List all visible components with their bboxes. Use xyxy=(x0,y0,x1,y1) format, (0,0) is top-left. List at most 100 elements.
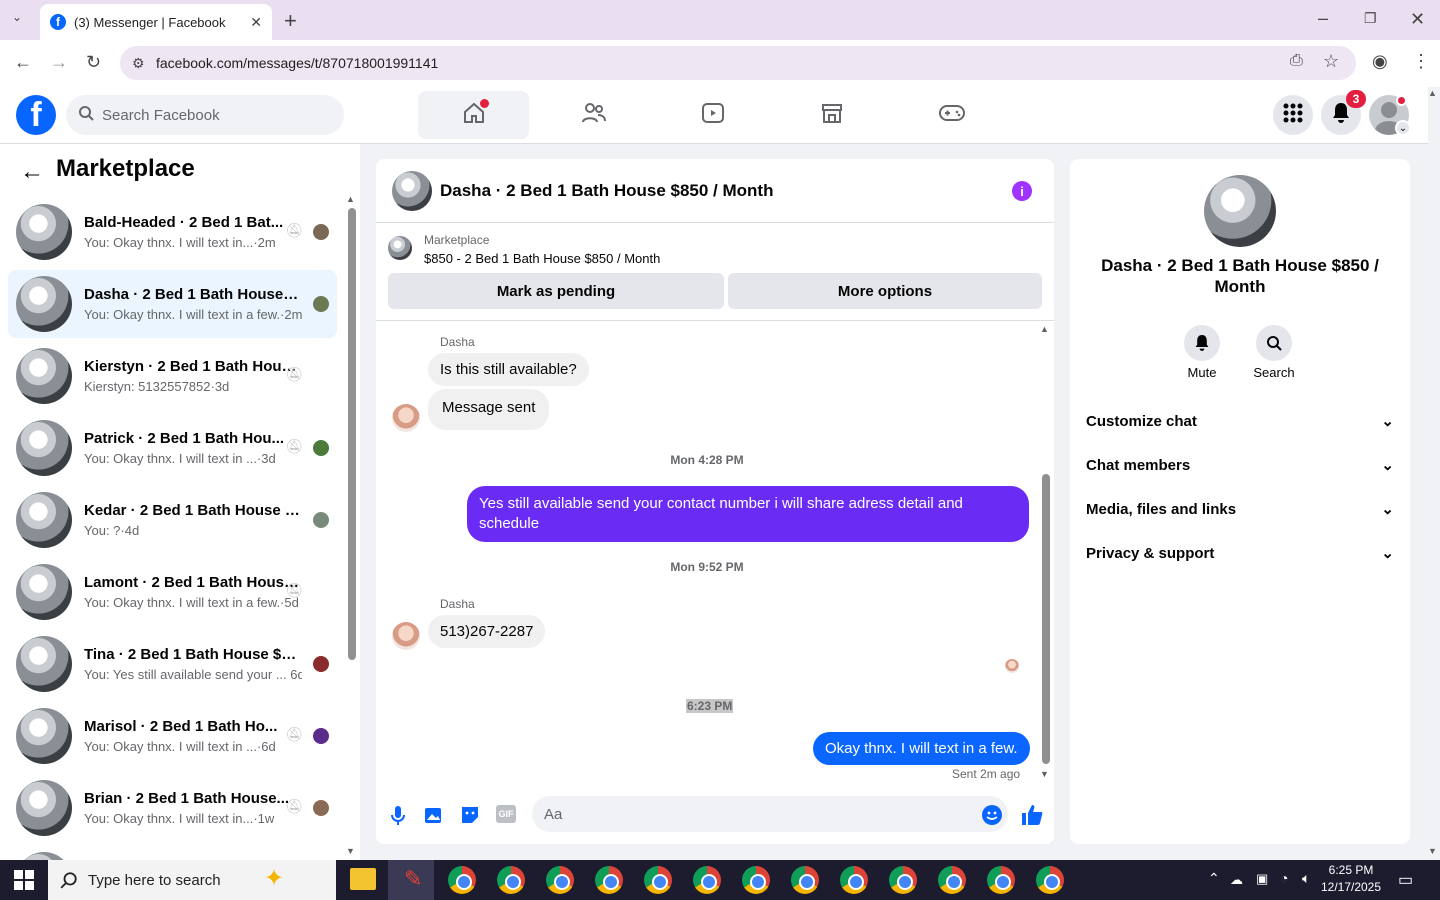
listing-thumbnail[interactable] xyxy=(388,236,412,260)
search-conversation-button[interactable] xyxy=(1256,325,1292,361)
thumbs-up-icon[interactable] xyxy=(1020,803,1044,832)
address-bar[interactable]: facebook.com/messages/t/870718001991141 xyxy=(120,46,1356,80)
conversation-item[interactable]: Marisol · 2 Bed 1 Bath Ho... You: Okay th… xyxy=(8,702,337,770)
customize-chat-row[interactable]: Customize chat ⌄ xyxy=(1086,399,1394,443)
message-input[interactable]: Aa xyxy=(532,796,1008,832)
chrome-app-icon[interactable] xyxy=(595,866,623,894)
sticker-icon[interactable] xyxy=(460,805,480,830)
facebook-logo-icon[interactable]: f xyxy=(16,95,56,135)
incoming-message[interactable]: Message sent xyxy=(428,389,550,430)
menu-grid-button[interactable] xyxy=(1273,95,1313,135)
conversation-item[interactable]: Dasha · 2 Bed 1 Bath House $85... You: Ok… xyxy=(8,270,337,338)
show-hidden-icons[interactable]: ⌃ xyxy=(1208,870,1220,887)
close-tab-icon[interactable]: ✕ xyxy=(250,14,262,31)
scroll-up-icon[interactable]: ▲ xyxy=(346,194,355,204)
sender-avatar[interactable] xyxy=(392,404,420,432)
gif-icon[interactable]: GIF xyxy=(496,805,516,823)
sidebar-scrollbar[interactable] xyxy=(348,208,356,660)
chrome-app-icon[interactable] xyxy=(791,866,819,894)
network-icon[interactable]: ◔ xyxy=(1280,870,1288,886)
system-clock[interactable]: 6:25 PM 12/17/2025 xyxy=(1318,862,1384,896)
listing-title[interactable]: $850 - 2 Bed 1 Bath House $850 / Month xyxy=(424,251,660,266)
scroll-down-icon[interactable]: ▼ xyxy=(346,846,355,856)
outgoing-message[interactable]: Okay thnx. I will text in a few. xyxy=(813,732,1030,765)
conversation-item[interactable]: Brian · 2 Bed 1 Bath House... You: Okay t… xyxy=(8,774,337,842)
search-label: Search xyxy=(1253,365,1295,380)
chrome-app-icon[interactable] xyxy=(742,866,770,894)
profile-icon[interactable]: ◉ xyxy=(1372,51,1388,72)
nav-gaming[interactable] xyxy=(896,91,1007,139)
nav-marketplace[interactable] xyxy=(776,91,887,139)
conversation-item[interactable]: Bald-Headed · 2 Bed 1 Bat... You: Okay th… xyxy=(8,198,337,266)
volume-icon[interactable]: 🔈︎ xyxy=(1302,870,1310,887)
back-icon[interactable]: ← xyxy=(14,52,32,73)
reload-icon[interactable]: ↻ xyxy=(86,52,101,73)
chrome-app-icon[interactable] xyxy=(546,866,574,894)
outgoing-message[interactable]: Yes still available send your contact nu… xyxy=(467,486,1029,542)
restore-icon[interactable]: ❐ xyxy=(1364,10,1377,27)
install-app-icon[interactable]: ⎙ xyxy=(1290,52,1303,70)
site-info-icon[interactable]: ⚙ xyxy=(132,55,145,72)
privacy-support-row[interactable]: Privacy & support ⌄ xyxy=(1086,531,1394,575)
tab-search-icon[interactable]: ⌄ xyxy=(12,10,22,24)
nav-video[interactable] xyxy=(657,91,768,139)
conversation-item[interactable]: Lamont · 2 Bed 1 Bath House ... You: Okay… xyxy=(8,558,337,626)
info-icon[interactable]: i xyxy=(1012,181,1032,201)
mark-as-pending-button[interactable]: Mark as pending xyxy=(388,273,724,309)
chrome-app-icon[interactable] xyxy=(840,866,868,894)
nav-friends[interactable] xyxy=(538,91,649,139)
chat-members-row[interactable]: Chat members ⌄ xyxy=(1086,443,1394,487)
muted-bell-icon: 🔕︎ xyxy=(285,366,303,382)
scroll-down-icon[interactable]: ▼ xyxy=(1040,769,1049,779)
chrome-app-icon[interactable] xyxy=(889,866,917,894)
page-scroll-down-icon[interactable]: ▼ xyxy=(1428,846,1437,856)
chat-title[interactable]: Dasha · 2 Bed 1 Bath House $850 / Month xyxy=(440,181,773,201)
taskbar-search-input[interactable]: Type here to search xyxy=(48,860,336,900)
conversation-item[interactable]: Kierstyn · 2 Bed 1 Bath House ... Kiersty… xyxy=(8,342,337,410)
bookmark-star-icon[interactable]: ☆ xyxy=(1323,51,1339,72)
forward-icon[interactable]: → xyxy=(50,52,68,73)
windows-start-icon[interactable] xyxy=(14,870,34,895)
sender-avatar[interactable] xyxy=(392,622,420,650)
conversation-preview: You: Okay thnx. I will text in...·1w xyxy=(84,811,275,826)
more-options-button[interactable]: More options xyxy=(728,273,1042,309)
onedrive-icon[interactable]: ☁ xyxy=(1230,872,1243,888)
conversation-name: Bald-Headed · 2 Bed 1 Bat... xyxy=(84,214,284,231)
window-close-icon[interactable]: ✕ xyxy=(1410,9,1425,30)
timestamp: Mon 4:28 PM xyxy=(670,453,744,467)
menu-kebab-icon[interactable]: ⋮ xyxy=(1412,51,1430,72)
conversation-item[interactable]: Patrick · 2 Bed 1 Bath Hou... You: Okay t… xyxy=(8,414,337,482)
chrome-app-icon[interactable] xyxy=(644,866,672,894)
chrome-app-icon[interactable] xyxy=(938,866,966,894)
microphone-icon[interactable] xyxy=(390,805,406,832)
chrome-app-icon[interactable] xyxy=(448,866,476,894)
browser-tab[interactable]: f (3) Messenger | Facebook ✕ xyxy=(40,4,272,40)
conversation-item[interactable]: Kedar · 2 Bed 1 Bath House $8... You: ?·4… xyxy=(8,486,337,554)
emoji-icon[interactable] xyxy=(982,805,1002,825)
incoming-message[interactable]: 513)267-2287 xyxy=(428,615,546,648)
meet-icon[interactable]: ▣ xyxy=(1256,871,1268,887)
chrome-app-icon[interactable] xyxy=(497,866,525,894)
account-chevron-icon[interactable]: ⌄ xyxy=(1395,120,1411,136)
chrome-app-icon[interactable] xyxy=(987,866,1015,894)
back-arrow-icon[interactable]: ← xyxy=(20,158,44,186)
nav-home[interactable] xyxy=(418,91,529,139)
chat-scrollbar[interactable] xyxy=(1042,474,1050,764)
incoming-message[interactable]: Is this still available? xyxy=(428,353,589,386)
notification-center-icon[interactable]: ▭ xyxy=(1398,870,1413,890)
photo-icon[interactable] xyxy=(424,805,444,830)
chrome-app-icon[interactable] xyxy=(693,866,721,894)
mute-button[interactable] xyxy=(1184,325,1220,361)
page-scroll-up-icon[interactable]: ▲ xyxy=(1428,88,1437,98)
media-files-links-row[interactable]: Media, files and links ⌄ xyxy=(1086,487,1394,531)
pinned-app-icon[interactable]: ✎ xyxy=(404,866,422,892)
chat-avatar[interactable] xyxy=(392,171,432,211)
scroll-up-icon[interactable]: ▲ xyxy=(1040,324,1049,334)
new-tab-icon[interactable]: + xyxy=(284,8,297,34)
facebook-search-input[interactable]: Search Facebook xyxy=(66,95,344,135)
file-explorer-icon[interactable] xyxy=(350,868,376,890)
conversation-item[interactable]: Tina · 2 Bed 1 Bath House $85... You: Yes… xyxy=(8,630,337,698)
minimize-icon[interactable]: – xyxy=(1318,8,1328,29)
chrome-app-icon[interactable] xyxy=(1036,866,1064,894)
details-avatar[interactable] xyxy=(1204,175,1276,247)
